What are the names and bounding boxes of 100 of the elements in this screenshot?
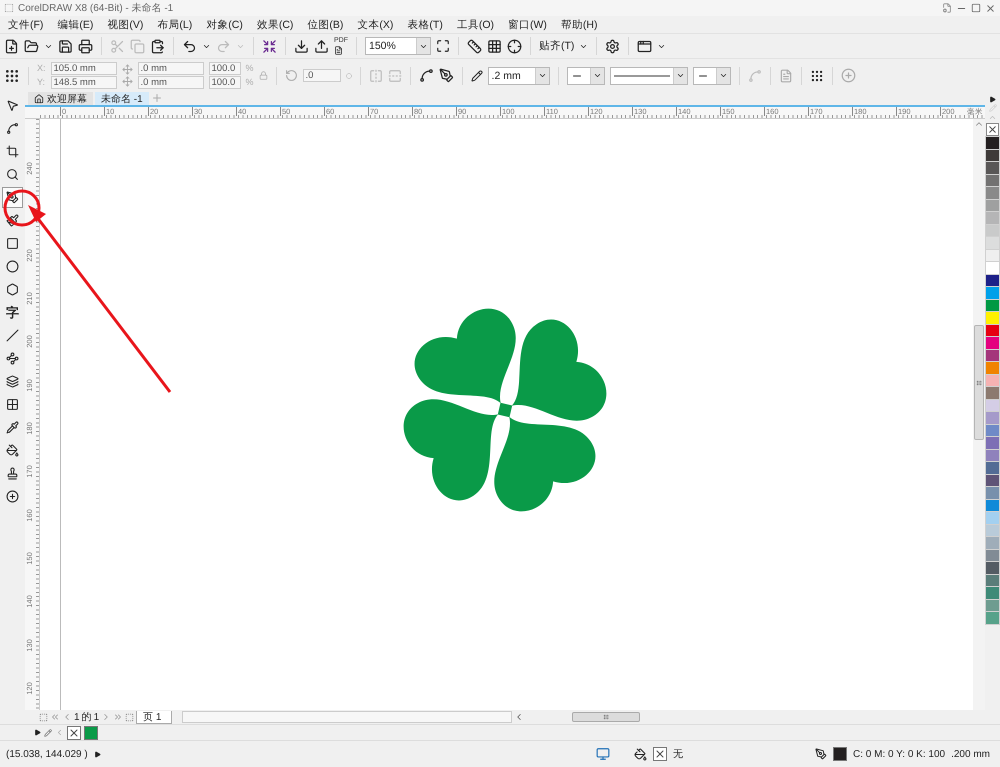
node-edit-icon[interactable] [418, 68, 434, 83]
page-insert-icon[interactable] [39, 712, 48, 722]
scale-x-field[interactable]: 100.0 [208, 62, 241, 75]
color-swatch[interactable] [986, 612, 999, 624]
width-field[interactable]: .0 mm [138, 62, 204, 75]
folder-icon[interactable] [24, 38, 39, 54]
scroll-thumb[interactable] [974, 325, 984, 440]
color-swatch[interactable] [986, 574, 999, 586]
color-swatch[interactable] [986, 474, 999, 486]
last-page-icon[interactable] [113, 712, 124, 722]
menu-item[interactable]: 编辑(E) [51, 18, 102, 32]
outline-width-dropdown[interactable]: .2 mm [488, 66, 550, 84]
menu-item[interactable]: 布局(L) [151, 18, 200, 32]
color-swatch[interactable] [986, 500, 999, 511]
color-swatch[interactable] [986, 324, 999, 336]
menu-item[interactable]: 位图(B) [301, 18, 352, 32]
color-swatch[interactable] [986, 300, 999, 311]
color-swatch[interactable] [986, 562, 999, 574]
grid-icon[interactable] [487, 38, 502, 54]
color-swatch[interactable] [986, 487, 999, 498]
pen-icon[interactable] [44, 728, 52, 736]
color-swatch[interactable] [986, 174, 999, 186]
settings-icon[interactable] [605, 38, 620, 54]
reference-point-icon[interactable] [4, 68, 20, 84]
color-swatch[interactable] [986, 200, 999, 211]
menu-item[interactable]: 文件(F) [2, 18, 52, 32]
expand-icon[interactable] [34, 729, 41, 736]
x-position-field[interactable]: 105.0 mm [50, 62, 117, 75]
menu-item[interactable]: 帮助(H) [554, 18, 606, 32]
first-page-icon[interactable] [50, 712, 60, 722]
dotted-grid-icon[interactable] [810, 68, 824, 82]
y-position-field[interactable]: 148.5 mm [50, 76, 117, 89]
color-swatch[interactable] [986, 337, 999, 348]
color-swatch[interactable] [986, 437, 999, 448]
color-swatch[interactable] [986, 550, 999, 561]
undo-icon[interactable] [182, 38, 197, 54]
menu-item[interactable]: 对象(C) [200, 18, 251, 32]
no-color-swatch[interactable] [986, 123, 999, 136]
color-swatch[interactable] [986, 524, 999, 536]
color-swatch[interactable] [986, 262, 999, 274]
color-swatch[interactable] [986, 150, 999, 161]
window-layout-icon[interactable] [637, 38, 652, 54]
pdf-icon[interactable] [334, 46, 343, 55]
color-swatch[interactable] [986, 350, 999, 361]
line-start-dropdown[interactable] [566, 66, 605, 84]
guidelines-icon[interactable] [507, 38, 522, 54]
color-swatch[interactable] [986, 224, 999, 236]
full-screen-icon[interactable] [436, 39, 450, 53]
color-swatch[interactable] [986, 412, 999, 424]
color-swatch[interactable] [986, 162, 999, 174]
menu-item[interactable]: 表格(T) [401, 18, 451, 32]
menu-item[interactable]: 窗口(W) [502, 18, 555, 32]
color-swatch[interactable] [986, 512, 999, 524]
drawing-canvas[interactable] [40, 119, 973, 710]
color-swatch[interactable] [84, 726, 98, 740]
document-tab[interactable]: 未命名 -1 [95, 92, 149, 105]
color-swatch[interactable] [986, 462, 999, 474]
menu-item[interactable]: 效果(C) [250, 18, 302, 32]
color-swatch[interactable] [986, 287, 999, 298]
color-swatch[interactable] [986, 424, 999, 436]
menu-item[interactable]: 工具(O) [450, 18, 502, 32]
no-color-swatch[interactable] [67, 726, 81, 740]
color-swatch[interactable] [986, 587, 999, 598]
page-insert-icon[interactable] [125, 712, 134, 722]
maximize-icon[interactable] [971, 3, 981, 13]
tool-button[interactable]: 字 [2, 302, 23, 323]
color-swatch[interactable] [986, 400, 999, 411]
arrows-inward-icon[interactable] [262, 38, 277, 54]
color-swatch[interactable] [986, 312, 999, 324]
color-swatch[interactable] [986, 362, 999, 374]
scale-y-field[interactable]: 100.0 [208, 76, 241, 89]
line-style-dropdown[interactable] [610, 66, 688, 84]
color-swatch[interactable] [986, 137, 999, 148]
expand-icon[interactable] [94, 750, 101, 758]
document-tab[interactable]: 欢迎屏幕 [28, 92, 93, 105]
height-field[interactable]: .0 mm [138, 76, 204, 89]
color-swatch[interactable] [986, 374, 999, 386]
export-icon[interactable] [314, 38, 329, 54]
print-icon[interactable] [78, 38, 93, 54]
palette-expand-icon[interactable] [989, 96, 996, 103]
color-swatch[interactable] [986, 274, 999, 286]
page-tab[interactable]: 页 1 [136, 710, 172, 724]
color-swatch[interactable] [986, 187, 999, 198]
snap-dropdown[interactable]: 贴齐(T) [539, 39, 574, 53]
save-icon[interactable] [58, 38, 73, 54]
color-swatch[interactable] [986, 450, 999, 461]
zoom-dropdown[interactable]: 150% [365, 37, 431, 55]
color-swatch[interactable] [986, 537, 999, 548]
color-swatch[interactable] [986, 387, 999, 398]
color-swatch[interactable] [986, 212, 999, 224]
menu-item[interactable]: 文本(X) [351, 18, 402, 32]
new-document-icon[interactable] [4, 38, 19, 54]
pen-check-icon[interactable] [438, 68, 454, 83]
rotation-field[interactable]: .0 [302, 69, 341, 82]
color-swatch[interactable] [986, 237, 999, 248]
ruler-icon[interactable] [467, 38, 482, 54]
window-icon[interactable] [942, 3, 952, 13]
paste-icon[interactable] [150, 38, 165, 54]
color-swatch[interactable] [986, 600, 999, 611]
monitor-icon[interactable] [596, 747, 610, 761]
